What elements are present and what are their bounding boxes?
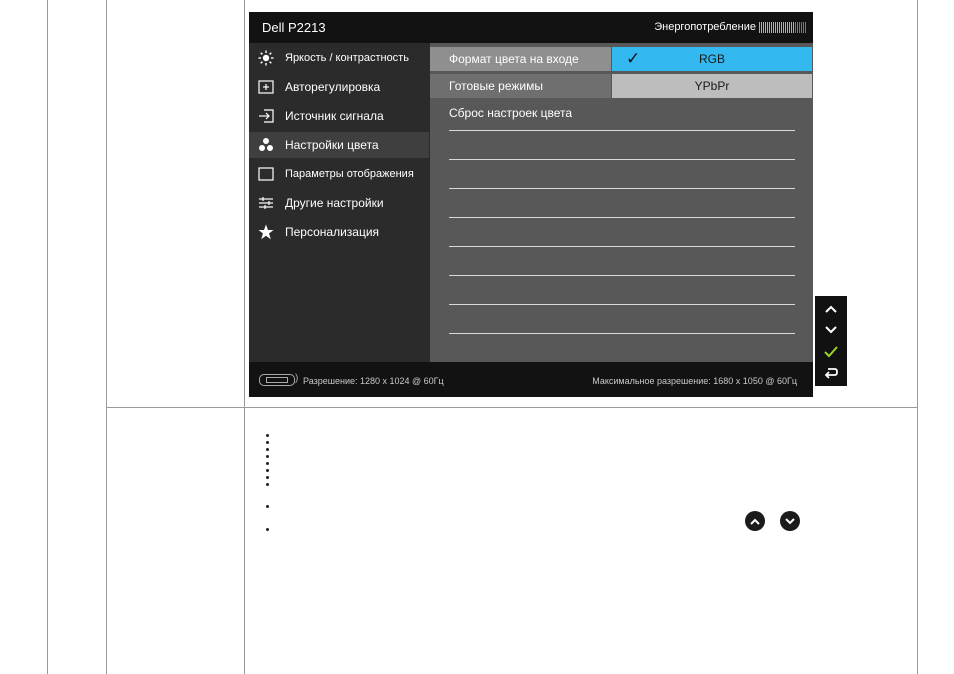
osd-header: Dell P2213 Энергопотребление [249,12,813,43]
max-resolution: Максимальное разрешение: 1680 x 1050 @ 6… [592,376,797,386]
side-control-panel [815,296,847,386]
menu-item-other-settings[interactable]: Другие настройки [249,190,429,216]
power-segment [767,21,768,33]
submenu-label: Готовые режимы [449,79,543,93]
up-round-icon [745,511,765,531]
power-segment [783,21,784,33]
divider [449,275,795,276]
power-segment [795,21,796,33]
current-resolution: Разрешение: 1280 x 1024 @ 60Гц [303,376,444,386]
menu-item-personalize[interactable]: Персонализация [249,219,429,245]
osd-menu: Dell P2213 Энергопотребление Яркость / к… [249,12,813,397]
menu-item-auto-adjust[interactable]: Авторегулировка [249,74,429,100]
check-icon[interactable] [819,343,843,361]
menu-label: Яркость / контрастность [285,52,409,64]
star-icon [258,224,274,240]
power-indicator: Энергопотребление [654,21,806,33]
osd-footer: ) Разрешение: 1280 x 1024 @ 60Гц Максима… [249,362,813,397]
back-icon[interactable] [819,364,843,382]
option-label: YPbPr [694,79,730,93]
submenu-label: Сброс настроек цвета [449,106,573,120]
power-label: Энергопотребление [654,21,756,33]
divider [449,217,795,218]
bullet [266,505,269,508]
power-segment [805,21,806,33]
up-arrow-icon[interactable] [819,300,843,318]
osd-submenu: Формат цвета на входе ✓ RGB Готовые режи… [430,43,813,362]
vga-connector-icon [259,374,295,386]
option-rgb[interactable]: ✓ RGB [612,47,812,71]
power-segment [789,21,790,33]
power-segment [801,21,802,33]
divider [449,159,795,160]
table-border-left [47,0,48,674]
power-segment [759,21,760,33]
bullet [266,455,269,458]
power-segment [791,21,792,33]
color-settings-icon [258,137,274,153]
power-segment [761,21,762,33]
bullet [266,448,269,451]
auto-adjust-icon [258,79,274,95]
table-row-divider [106,407,918,408]
bullet [266,483,269,486]
power-segment [771,21,772,33]
menu-item-display-settings[interactable]: Параметры отображения [249,161,429,187]
display-settings-icon [258,166,274,182]
menu-label: Настройки цвета [285,138,379,152]
menu-item-color-settings[interactable]: Настройки цвета [249,132,429,158]
menu-item-brightness[interactable]: Яркость / контрастность [249,45,429,71]
bullet [266,434,269,437]
menu-label: Авторегулировка [285,80,381,94]
submenu-reset-color[interactable]: Сброс настроек цвета [430,101,813,125]
table-border-right [917,0,918,674]
divider [449,246,795,247]
down-round-icon [780,511,800,531]
down-arrow-icon[interactable] [819,321,843,339]
bullet [266,469,269,472]
osd-main-menu: Яркость / контрастность Авторегулировка … [249,43,429,362]
brightness-icon [258,50,274,66]
signal-icon: ) [295,373,299,384]
option-label: RGB [698,52,725,66]
power-segment [763,21,764,33]
power-segment [797,21,798,33]
option-ypbpr[interactable]: YPbPr [612,74,812,98]
power-segment [765,21,766,33]
power-segment [775,21,776,33]
menu-label: Другие настройки [285,196,384,210]
power-segment [779,21,780,33]
power-segment [785,21,786,33]
divider [449,188,795,189]
divider [449,130,795,131]
osd-title: Dell P2213 [262,20,326,35]
bullet [266,462,269,465]
bullet [266,476,269,479]
divider [449,333,795,334]
power-segment [773,21,774,33]
other-settings-icon [258,195,274,211]
power-segment [781,21,782,33]
power-meter [759,21,806,33]
table-border-col1 [106,0,107,674]
bullet [266,441,269,444]
power-segment [787,21,788,33]
power-segment [777,21,778,33]
divider [449,304,795,305]
menu-label: Параметры отображения [285,168,414,180]
power-segment [769,21,770,33]
submenu-label: Формат цвета на входе [449,52,579,66]
power-segment [793,21,794,33]
table-border-col2 [244,0,245,674]
power-segment [803,21,804,33]
menu-item-input-source[interactable]: Источник сигнала [249,103,429,129]
bullet [266,528,269,531]
menu-label: Источник сигнала [285,109,384,123]
input-source-icon [258,108,274,124]
menu-label: Персонализация [285,225,380,239]
power-segment [799,21,800,33]
